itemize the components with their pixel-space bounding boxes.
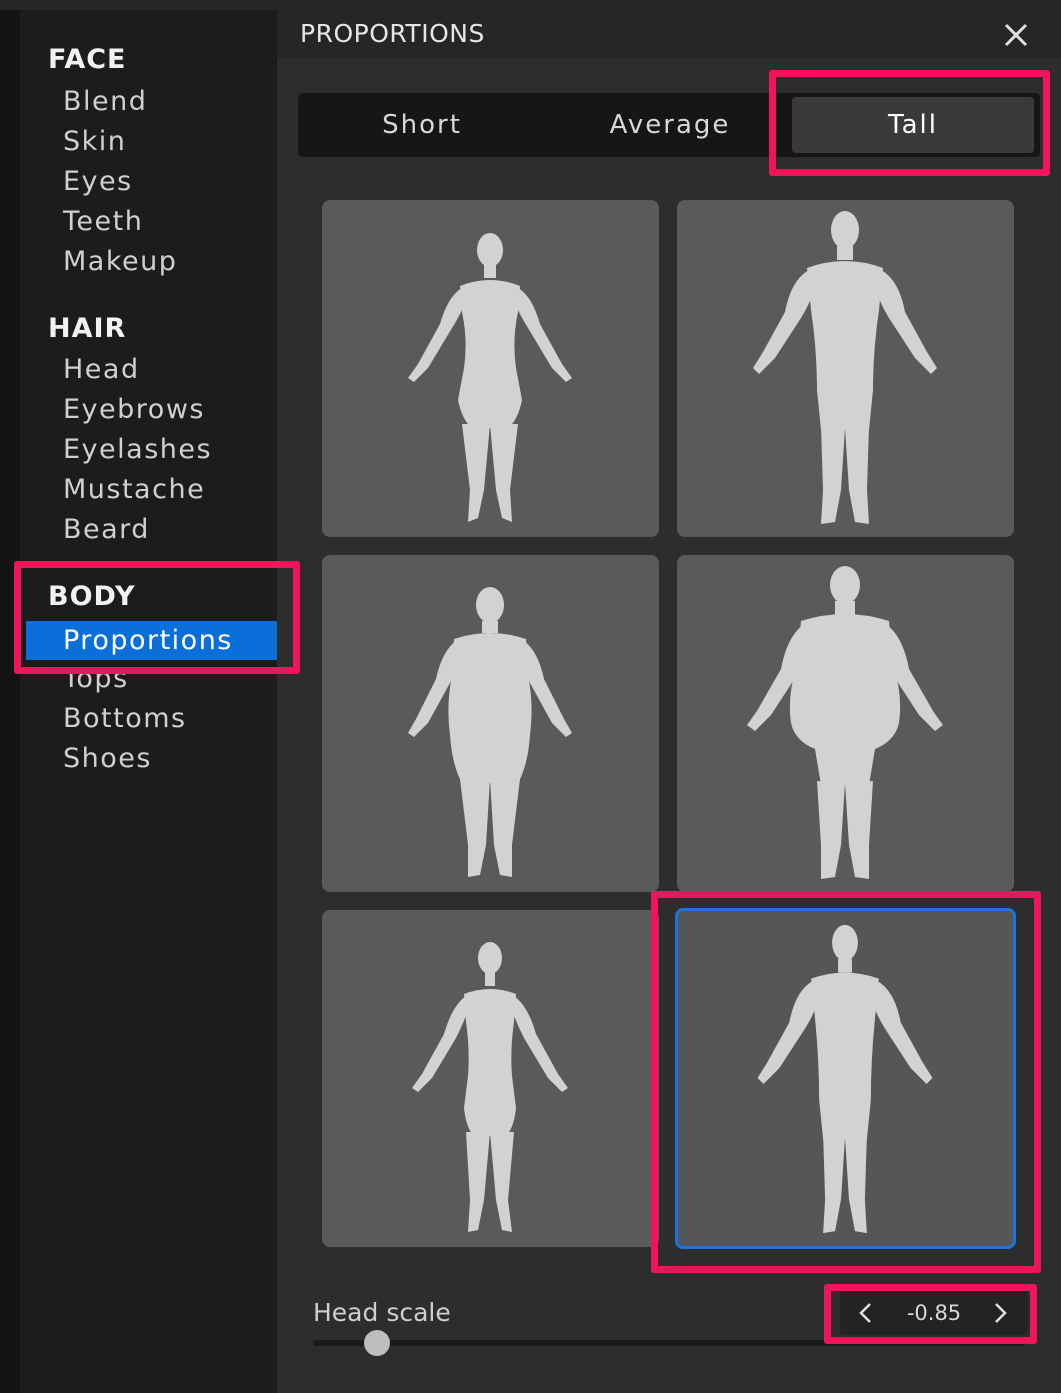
head-scale-label: Head scale: [313, 1298, 451, 1327]
sidebar-item-eyelashes[interactable]: Eyelashes: [63, 434, 212, 465]
height-tabs: Short Average Tall: [298, 93, 1040, 157]
app-window: FACE Blend Skin Eyes Teeth Makeup HAIR H…: [0, 0, 1061, 1393]
head-scale-stepper: -0.85: [840, 1291, 1028, 1335]
male-slim-figure-icon: [753, 211, 937, 524]
sidebar-item-skin[interactable]: Skin: [63, 126, 126, 157]
body-preset-tile[interactable]: [322, 555, 659, 892]
body-preset-tile[interactable]: [677, 555, 1014, 892]
tab-tall[interactable]: Tall: [792, 97, 1034, 153]
tab-average[interactable]: Average: [546, 93, 794, 157]
sidebar-item-tops[interactable]: Tops: [63, 663, 129, 694]
increment-button[interactable]: [980, 1291, 1020, 1335]
sidebar-item-beard[interactable]: Beard: [63, 514, 150, 545]
close-button[interactable]: [997, 16, 1035, 54]
female-slim-figure-icon: [408, 233, 572, 522]
sidebar-item-teeth[interactable]: Teeth: [63, 206, 143, 237]
male-heavy-figure-icon: [747, 566, 943, 879]
tab-short[interactable]: Short: [298, 93, 546, 157]
chevron-left-icon: [859, 1303, 871, 1323]
sidebar-item-mustache[interactable]: Mustache: [63, 474, 205, 505]
sidebar-item-shoes[interactable]: Shoes: [63, 743, 152, 774]
section-title-body: BODY: [48, 581, 136, 612]
sidebar-item-makeup[interactable]: Makeup: [63, 246, 177, 277]
sidebar-item-blend[interactable]: Blend: [63, 86, 147, 117]
head-scale-value[interactable]: -0.85: [890, 1291, 978, 1335]
body-preset-tile[interactable]: [677, 200, 1014, 537]
chevron-right-icon: [995, 1303, 1007, 1323]
proportions-panel: PROPORTIONS Short Average Tall Head scal…: [277, 10, 1061, 1393]
sidebar-item-eyebrows[interactable]: Eyebrows: [63, 394, 205, 425]
decrement-button[interactable]: [846, 1291, 886, 1335]
body-preset-tile[interactable]: [322, 200, 659, 537]
sidebar-item-eyes[interactable]: Eyes: [63, 166, 133, 197]
male-thin-figure-icon: [757, 924, 933, 1234]
head-scale-slider-thumb[interactable]: [364, 1330, 390, 1356]
female-heavy-figure-icon: [408, 587, 572, 877]
female-thin-figure-icon: [412, 942, 568, 1232]
body-preset-tile[interactable]: [322, 910, 659, 1247]
body-preset-tile-selected[interactable]: [675, 908, 1016, 1249]
top-bar: [0, 0, 1061, 10]
section-title-face: FACE: [48, 44, 127, 75]
sidebar: FACE Blend Skin Eyes Teeth Makeup HAIR H…: [20, 10, 277, 1393]
section-title-hair: HAIR: [48, 313, 127, 344]
panel-title: PROPORTIONS: [300, 19, 485, 48]
sidebar-item-head[interactable]: Head: [63, 354, 140, 385]
sidebar-item-proportions[interactable]: Proportions: [26, 621, 277, 660]
close-icon: [1004, 23, 1028, 47]
sidebar-item-bottoms[interactable]: Bottoms: [63, 703, 187, 734]
panel-header: PROPORTIONS: [277, 10, 1061, 58]
head-scale-slider-track[interactable]: [313, 1340, 1025, 1346]
